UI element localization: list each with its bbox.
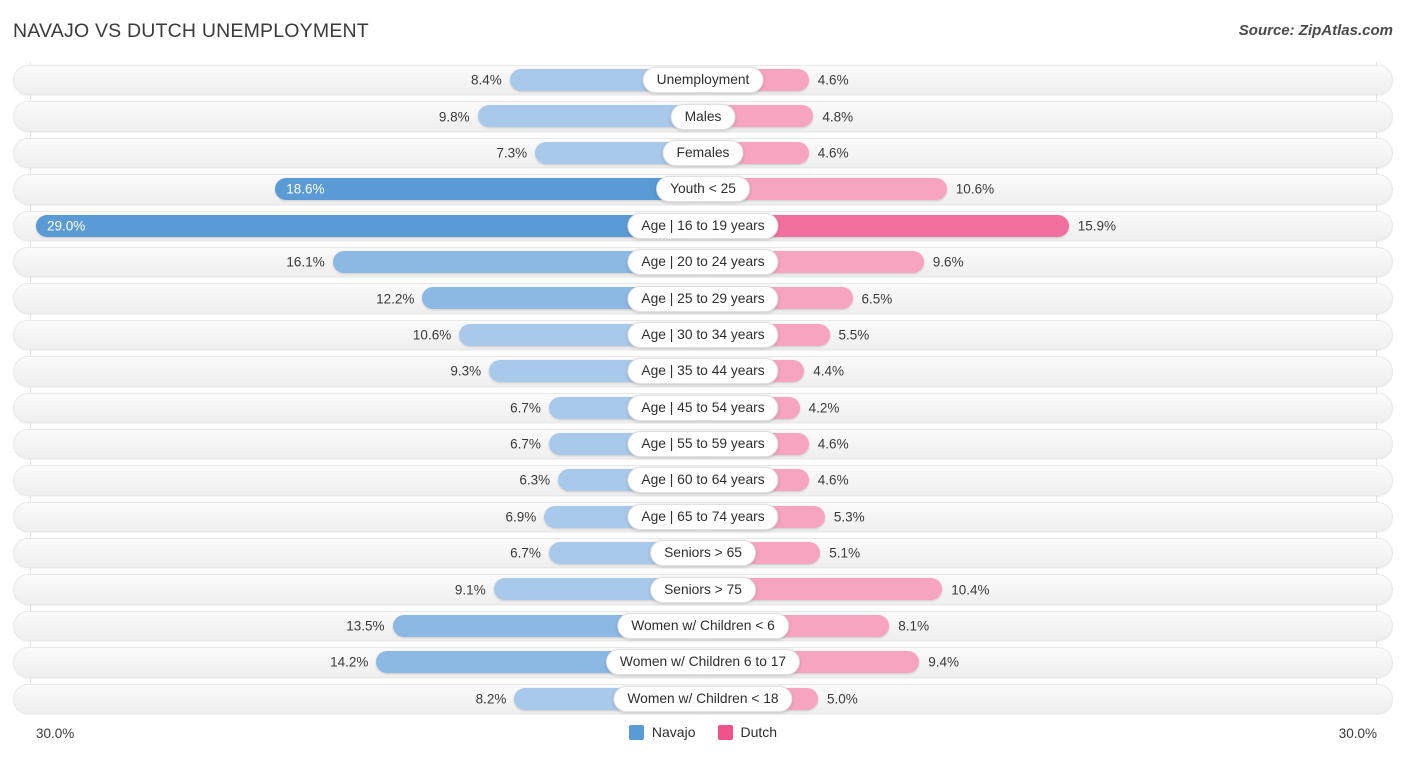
bar-value-dutch: 5.5% xyxy=(838,327,870,343)
chart-row: 8.2% 5.0% Women w/ Children < 18 xyxy=(0,681,1406,717)
chart-legend: Navajo Dutch xyxy=(0,724,1406,740)
bar-value-navajo: 6.7% xyxy=(510,545,541,561)
bar-value-navajo: 10.6% xyxy=(412,327,452,343)
bar-value-dutch: 4.4% xyxy=(813,363,844,379)
bar-value-dutch: 10.6% xyxy=(955,181,995,197)
bar-value-navajo: 16.1% xyxy=(286,254,325,270)
bar-value-dutch: 5.3% xyxy=(833,509,865,525)
bar-value-dutch: 4.6% xyxy=(817,145,849,161)
chart-row: 13.5% 8.1% Women w/ Children < 6 xyxy=(0,608,1406,644)
chart-row: 9.8% 4.8% Males xyxy=(0,98,1406,134)
chart-row: 6.7% 5.1% Seniors > 65 xyxy=(0,535,1406,571)
bar-value-navajo: 8.4% xyxy=(471,72,502,88)
bar-navajo[interactable]: 18.6% xyxy=(275,178,703,201)
category-label-pill: Age | 60 to 64 years xyxy=(627,467,779,494)
bar-value-navajo: 8.2% xyxy=(475,691,507,707)
bar-value-navajo: 6.3% xyxy=(519,472,551,488)
category-label-pill: Women w/ Children < 18 xyxy=(613,685,793,712)
bar-value-navajo: 29.0% xyxy=(47,218,86,234)
bar-value-navajo: 9.8% xyxy=(438,109,470,125)
category-label-pill: Males xyxy=(670,103,736,130)
chart-row: 6.7% 4.6% Age | 55 to 59 years xyxy=(0,426,1406,462)
bar-value-navajo: 6.9% xyxy=(505,509,537,525)
chart-rows: 8.4% 4.6% Unemployment 9.8% 4.8% Males 7.3% 4.6… xyxy=(0,62,1406,717)
category-label-pill: Age | 20 to 24 years xyxy=(627,249,779,276)
chart-row: 12.2% 6.5% Age | 25 to 29 years xyxy=(0,280,1406,316)
legend-label: Navajo xyxy=(651,724,696,740)
chart-row: 6.9% 5.3% Age | 65 to 74 years xyxy=(0,499,1406,535)
category-label-pill: Age | 16 to 19 years xyxy=(627,212,779,239)
bar-navajo[interactable]: 29.0% xyxy=(36,214,703,237)
chart-row: 10.6% 5.5% Age | 30 to 34 years xyxy=(0,317,1406,353)
category-label-pill: Unemployment xyxy=(642,67,764,94)
chart-row: 29.0% 15.9% Age | 16 to 19 years xyxy=(0,208,1406,244)
bar-value-dutch: 4.2% xyxy=(808,400,840,416)
chart-plot-area: 8.4% 4.6% Unemployment 9.8% 4.8% Males 7.3% 4.6… xyxy=(0,62,1406,718)
legend-item[interactable]: Navajo xyxy=(628,724,696,740)
bar-value-navajo: 7.3% xyxy=(496,145,528,161)
category-label-pill: Age | 65 to 74 years xyxy=(627,503,779,530)
bar-value-dutch: 4.6% xyxy=(817,472,849,488)
chart-row: 6.7% 4.2% Age | 45 to 54 years xyxy=(0,390,1406,426)
chart-footer: 30.0% 30.0% Navajo Dutch xyxy=(0,718,1406,757)
source-attribution: Source: ZipAtlas.com xyxy=(1238,22,1393,39)
chart-row: 6.3% 4.6% Age | 60 to 64 years xyxy=(0,462,1406,498)
chart-row: 9.3% 4.4% Age | 35 to 44 years xyxy=(0,353,1406,389)
bar-value-navajo: 9.3% xyxy=(450,363,482,379)
bar-value-dutch: 4.6% xyxy=(817,72,849,88)
legend-label: Dutch xyxy=(740,724,778,740)
bar-value-dutch: 8.1% xyxy=(898,618,930,634)
category-label-pill: Age | 30 to 34 years xyxy=(627,321,779,348)
bar-value-navajo: 14.2% xyxy=(330,654,369,670)
category-label-pill: Seniors > 75 xyxy=(650,576,756,603)
chart-row: 16.1% 9.6% Age | 20 to 24 years xyxy=(0,244,1406,280)
chart-row: 18.6% 10.6% Youth < 25 xyxy=(0,171,1406,207)
category-label-pill: Age | 25 to 29 years xyxy=(627,285,779,312)
chart-row: 7.3% 4.6% Females xyxy=(0,135,1406,171)
bar-value-dutch: 5.0% xyxy=(827,691,858,707)
legend-swatch-icon xyxy=(717,724,733,740)
legend-swatch-icon xyxy=(628,724,644,740)
category-label-pill: Age | 35 to 44 years xyxy=(627,358,779,385)
bar-value-dutch: 4.8% xyxy=(822,109,854,125)
bar-value-dutch: 5.1% xyxy=(829,545,861,561)
bar-value-navajo: 9.1% xyxy=(454,582,486,598)
bar-value-dutch: 15.9% xyxy=(1077,218,1116,234)
bar-value-navajo: 18.6% xyxy=(286,181,325,197)
category-label-pill: Age | 45 to 54 years xyxy=(627,394,779,421)
category-label-pill: Women w/ Children 6 to 17 xyxy=(605,649,801,676)
category-label-pill: Youth < 25 xyxy=(656,176,750,203)
category-label-pill: Women w/ Children < 6 xyxy=(617,613,789,640)
bar-value-navajo: 12.2% xyxy=(376,291,415,307)
chart-row: 8.4% 4.6% Unemployment xyxy=(0,62,1406,98)
bar-value-dutch: 9.4% xyxy=(928,654,959,670)
chart-page: NAVAJO VS DUTCH UNEMPLOYMENT Source: Zip… xyxy=(0,0,1406,757)
category-label-pill: Seniors > 65 xyxy=(650,540,756,567)
bar-navajo[interactable] xyxy=(477,105,703,128)
bar-value-dutch: 9.6% xyxy=(932,254,964,270)
bar-value-dutch: 10.4% xyxy=(951,582,990,598)
chart-row: 14.2% 9.4% Women w/ Children 6 to 17 xyxy=(0,644,1406,680)
chart-row: 9.1% 10.4% Seniors > 75 xyxy=(0,571,1406,607)
page-title: NAVAJO VS DUTCH UNEMPLOYMENT xyxy=(13,20,369,42)
legend-item[interactable]: Dutch xyxy=(717,724,778,740)
chart-header: NAVAJO VS DUTCH UNEMPLOYMENT Source: Zip… xyxy=(0,0,1406,62)
bar-value-navajo: 6.7% xyxy=(510,400,541,416)
bar-value-navajo: 6.7% xyxy=(510,436,541,452)
bar-value-dutch: 6.5% xyxy=(861,291,893,307)
bar-value-navajo: 13.5% xyxy=(346,618,385,634)
category-label-pill: Age | 55 to 59 years xyxy=(627,431,779,458)
bar-value-dutch: 4.6% xyxy=(817,436,849,452)
category-label-pill: Females xyxy=(662,139,744,166)
